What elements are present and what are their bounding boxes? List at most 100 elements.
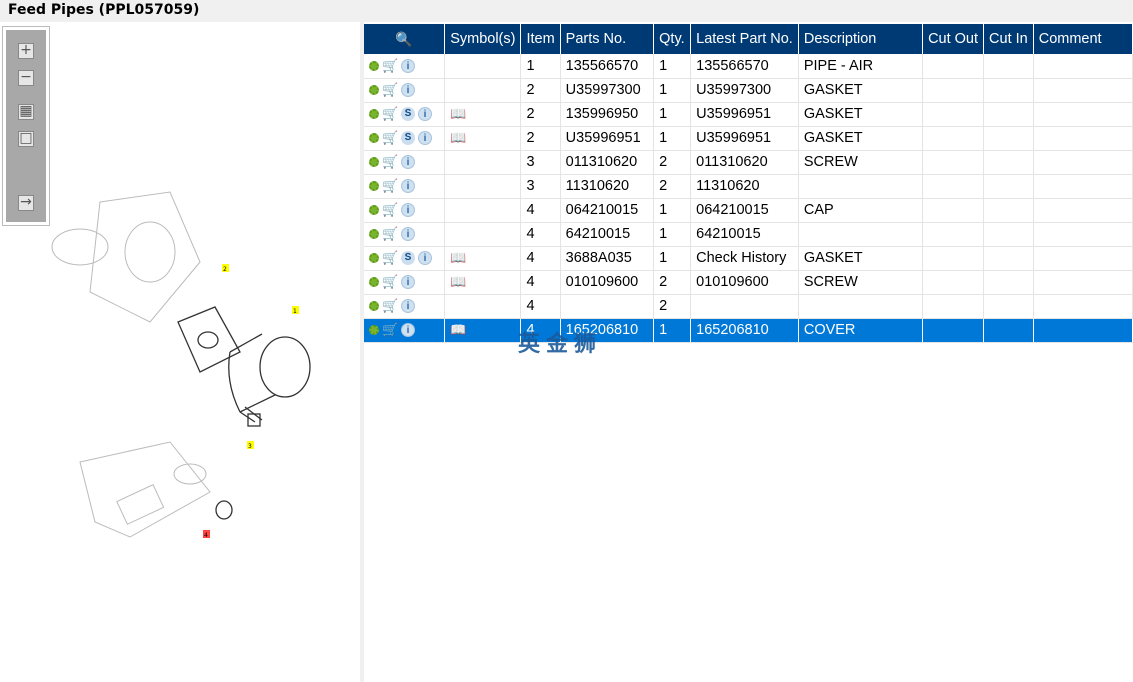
cell-cut-out [922, 246, 985, 271]
table-row[interactable]: 🛒 i 4 2 [364, 294, 1133, 319]
table-row[interactable]: 🛒 i 2 U35997300 1 U35997300 GASKET [364, 78, 1133, 103]
gear-icon[interactable] [369, 301, 379, 312]
table-row[interactable]: 🛒 i 3 011310620 2 011310620 SCREW [364, 150, 1133, 175]
gear-icon[interactable] [369, 253, 379, 264]
zoom-out-icon[interactable]: − [18, 70, 34, 86]
cell-qty: 1 [653, 246, 692, 271]
info-icon[interactable]: i [401, 58, 415, 73]
gear-icon[interactable] [369, 205, 379, 216]
cell-comment [1033, 78, 1133, 103]
cell-qty: 1 [653, 198, 692, 223]
search-icon[interactable]: 🔍 [369, 31, 439, 48]
fit-window-icon[interactable]: □ [18, 131, 34, 147]
info-icon[interactable]: i [401, 83, 415, 98]
column-header[interactable]: Qty. [653, 24, 692, 54]
column-header[interactable]: Latest Part No. [690, 24, 799, 54]
table-row[interactable]: 🛒 i 3 11310620 2 11310620 [364, 174, 1133, 199]
cell-latest: Check History [690, 246, 799, 271]
gear-icon[interactable] [369, 85, 379, 96]
cart-icon[interactable]: 🛒 [382, 298, 398, 314]
symbols-cell: 📖 [444, 102, 522, 127]
cart-icon[interactable]: 🛒 [382, 82, 398, 98]
export-icon[interactable]: → [18, 195, 34, 211]
table-row[interactable]: 🛒 i 📖 4 010109600 2 010109600 SCREW [364, 270, 1133, 295]
cart-icon[interactable]: 🛒 [382, 226, 398, 242]
symbols-cell: 📖 [444, 270, 522, 295]
book-search-icon[interactable]: 📖 [450, 250, 466, 266]
cell-qty: 2 [653, 270, 692, 295]
cell-latest: U35996951 [690, 102, 799, 127]
fit-all-icon[interactable]: ▦ [18, 104, 34, 120]
table-row[interactable]: 🛒 i 4 64210015 1 64210015 [364, 222, 1133, 247]
column-header[interactable]: Comment [1033, 24, 1133, 54]
zoom-in-icon[interactable]: + [18, 43, 34, 59]
table-row[interactable]: 🛒 i 📖 4 165206810 1 165206810 COVER [364, 318, 1133, 343]
supersession-icon[interactable]: S [401, 107, 415, 122]
cell-cut-in [983, 150, 1034, 175]
column-header[interactable]: Parts No. [560, 24, 655, 54]
gear-icon[interactable] [369, 60, 379, 71]
cell-item: 1 [520, 54, 561, 79]
gear-icon[interactable] [369, 157, 379, 168]
book-search-icon[interactable]: 📖 [450, 106, 466, 122]
cart-icon[interactable]: 🛒 [382, 322, 398, 338]
info-icon[interactable]: i [401, 323, 415, 338]
cell-part: 010109600 [560, 270, 655, 295]
gear-icon[interactable] [369, 109, 379, 120]
cell-desc: SCREW [798, 270, 924, 295]
symbols-cell: 📖 [444, 126, 522, 151]
column-header[interactable]: Cut Out [922, 24, 985, 54]
cell-item: 4 [520, 198, 561, 223]
cart-icon[interactable]: 🛒 [382, 154, 398, 170]
info-icon[interactable]: i [401, 155, 415, 170]
cart-icon[interactable]: 🛒 [382, 202, 398, 218]
symbols-cell: 📖 [444, 318, 522, 343]
cell-comment [1033, 246, 1133, 271]
gear-icon[interactable] [369, 133, 379, 144]
book-search-icon[interactable]: 📖 [450, 130, 466, 146]
info-icon[interactable]: i [418, 107, 432, 122]
info-icon[interactable]: i [401, 179, 415, 194]
info-icon[interactable]: i [401, 203, 415, 218]
cart-icon[interactable]: 🛒 [382, 178, 398, 194]
cart-icon[interactable]: 🛒 [382, 106, 398, 122]
table-row[interactable]: 🛒 Si 📖 4 3688A035 1 Check History GASKET [364, 246, 1133, 271]
supersession-icon[interactable]: S [401, 131, 415, 146]
cart-icon[interactable]: 🛒 [382, 58, 398, 74]
column-header[interactable]: Cut In [983, 24, 1034, 54]
book-search-icon[interactable]: 📖 [450, 322, 466, 338]
info-icon[interactable]: i [418, 131, 432, 146]
gear-icon[interactable] [369, 181, 379, 192]
column-header-search[interactable]: 🔍 [364, 24, 446, 54]
column-header[interactable]: Description [798, 24, 924, 54]
book-search-icon[interactable]: 📖 [450, 274, 466, 290]
table-row[interactable]: 🛒 Si 📖 2 U35996951 1 U35996951 GASKET [364, 126, 1133, 151]
cart-icon[interactable]: 🛒 [382, 250, 398, 266]
cart-icon[interactable]: 🛒 [382, 274, 398, 290]
table-row[interactable]: 🛒 i 1 135566570 1 135566570 PIPE - AIR [364, 54, 1133, 79]
callout-4: 4 [204, 532, 208, 539]
info-icon[interactable]: i [401, 227, 415, 242]
cell-item: 4 [520, 246, 561, 271]
supersession-icon[interactable]: S [401, 251, 415, 266]
cell-item: 2 [520, 126, 561, 151]
cell-qty: 1 [653, 222, 692, 247]
cell-cut-in [983, 54, 1034, 79]
row-actions: 🛒 Si [364, 246, 446, 271]
cart-icon[interactable]: 🛒 [382, 130, 398, 146]
cell-cut-in [983, 126, 1034, 151]
gear-icon[interactable] [369, 325, 379, 336]
column-header[interactable]: Item [520, 24, 561, 54]
symbols-cell [444, 198, 522, 223]
gear-icon[interactable] [369, 277, 379, 288]
table-row[interactable]: 🛒 Si 📖 2 135996950 1 U35996951 GASKET [364, 102, 1133, 127]
cell-cut-out [922, 294, 985, 319]
row-actions: 🛒 i [364, 318, 446, 343]
info-icon[interactable]: i [418, 251, 432, 266]
table-row[interactable]: 🛒 i 4 064210015 1 064210015 CAP [364, 198, 1133, 223]
gear-icon[interactable] [369, 229, 379, 240]
diagram-panel[interactable]: 2 1 3 4 + − ▦ □ → [0, 22, 360, 682]
column-header[interactable]: Symbol(s) [444, 24, 522, 54]
info-icon[interactable]: i [401, 299, 415, 314]
info-icon[interactable]: i [401, 275, 415, 290]
